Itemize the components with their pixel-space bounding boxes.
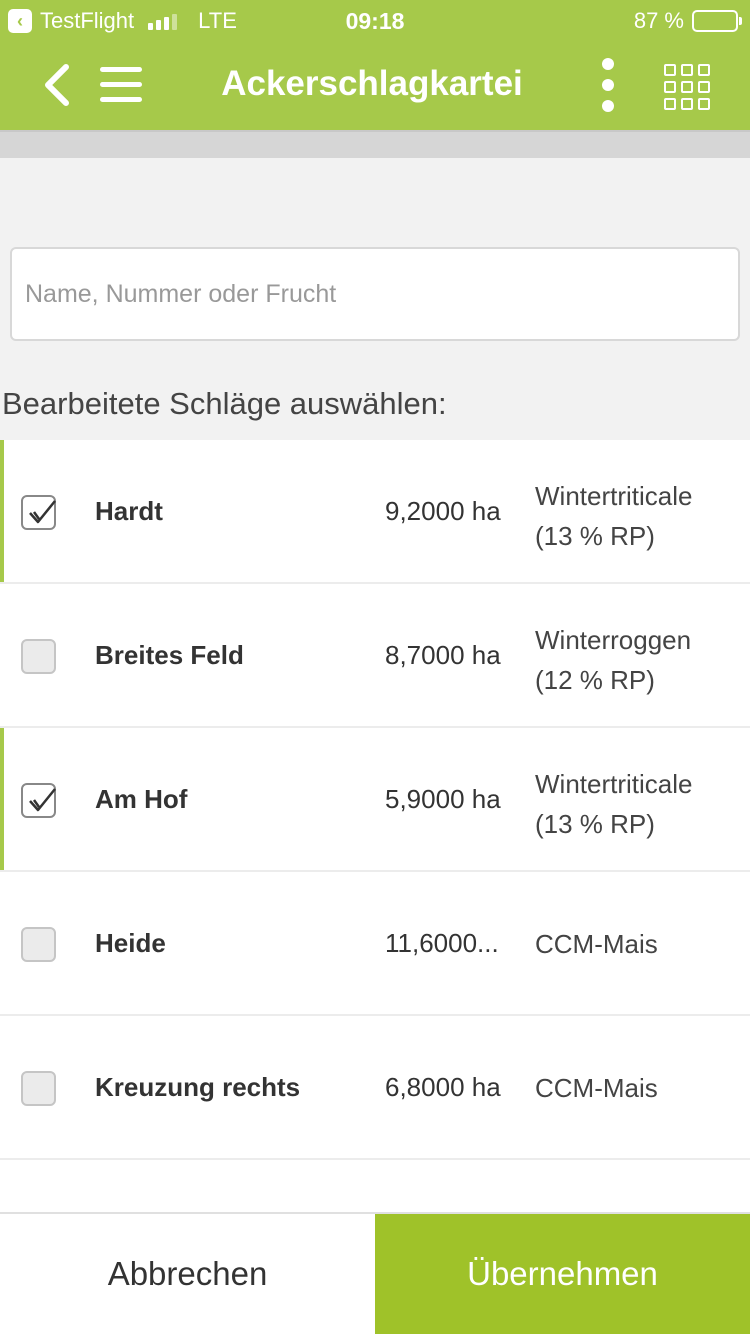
bottom-bar: Abbrechen Übernehmen — [0, 1212, 750, 1334]
page-title: Ackerschlagkartei — [221, 64, 523, 103]
chevron-left-icon[interactable] — [40, 62, 76, 108]
checkbox-unchecked[interactable] — [21, 639, 56, 674]
list-item[interactable]: Heide 11,6000... CCM-Mais — [0, 872, 750, 1016]
divider-bar — [0, 130, 750, 158]
field-area: 8,7000 ha — [385, 640, 501, 670]
field-crop: Wintertriticale (13 % RP) — [535, 769, 693, 839]
more-vertical-icon[interactable] — [596, 58, 620, 114]
checkbox-unchecked[interactable] — [21, 927, 56, 962]
field-area: 9,2000 ha — [385, 496, 501, 526]
field-name: Hardt — [95, 496, 163, 526]
field-crop: CCM-Mais — [535, 1073, 658, 1103]
field-crop: Winterroggen (12 % RP) — [535, 625, 692, 695]
field-area: 6,8000 ha — [385, 1072, 501, 1102]
section-label: Bearbeitete Schläge auswählen: — [2, 386, 447, 421]
field-crop: CCM-Mais — [535, 929, 658, 959]
list-item[interactable]: Kreuzung rechts 6,8000 ha CCM-Mais — [0, 1016, 750, 1160]
search-field[interactable] — [10, 247, 740, 341]
cancel-button[interactable]: Abbrechen — [0, 1214, 375, 1334]
checkbox-unchecked[interactable] — [21, 1071, 56, 1106]
list-item[interactable]: Breites Feld 8,7000 ha Winterroggen (12 … — [0, 584, 750, 728]
battery-percent: 87 % — [633, 8, 684, 33]
checkbox-checked[interactable] — [21, 495, 56, 530]
nav-bar: Ackerschlagkartei — [0, 40, 750, 130]
field-name: Heide — [95, 928, 166, 958]
hamburger-icon[interactable] — [100, 67, 142, 103]
list-item[interactable]: Hardt 9,2000 ha Wintertriticale (13 % RP… — [0, 440, 750, 584]
battery-icon — [692, 10, 742, 32]
field-list: Hardt 9,2000 ha Wintertriticale (13 % RP… — [0, 440, 750, 1212]
checkmark-icon — [29, 500, 56, 524]
grid-icon[interactable] — [664, 64, 710, 110]
list-item[interactable]: Am Hof 5,9000 ha Wintertriticale (13 % R… — [0, 728, 750, 872]
checkmark-icon — [29, 788, 56, 812]
search-input[interactable] — [12, 249, 738, 339]
status-bar: ‹ TestFlight LTE 09:18 87 % — [0, 0, 750, 40]
apply-button[interactable]: Übernehmen — [375, 1214, 750, 1334]
field-area: 5,9000 ha — [385, 784, 501, 814]
field-name: Breites Feld — [95, 640, 244, 670]
checkbox-checked[interactable] — [21, 783, 56, 818]
status-bar-right: 87 % — [633, 8, 742, 34]
field-crop: Wintertriticale (13 % RP) — [535, 481, 693, 551]
field-name: Kreuzung rechts — [95, 1072, 301, 1102]
field-name: Am Hof — [95, 784, 188, 814]
field-area: 11,6000... — [385, 928, 499, 958]
